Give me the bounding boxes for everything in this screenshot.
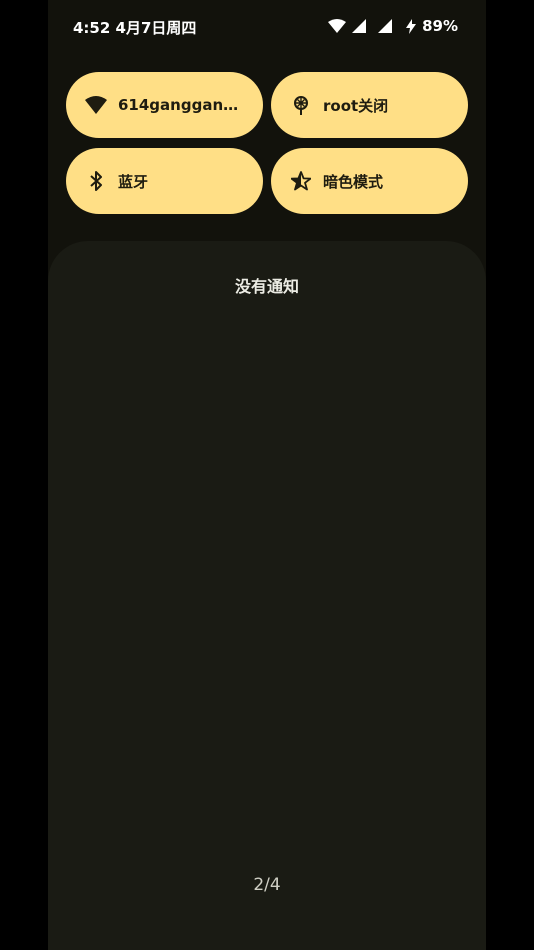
tile-root[interactable]: root关闭 <box>271 72 468 138</box>
tile-dark-mode[interactable]: 暗色模式 <box>271 148 468 214</box>
signal-icon-2 <box>378 19 393 33</box>
status-bar: 4:52 4月7日周四 89% <box>48 0 486 54</box>
signal-icon <box>352 19 367 33</box>
status-time: 4:52 <box>73 19 111 37</box>
notification-panel: 没有通知 2/4 <box>48 241 486 950</box>
dark-mode-icon <box>289 169 313 193</box>
tile-dark-mode-label: 暗色模式 <box>323 172 384 191</box>
no-notifications-text: 没有通知 <box>234 277 299 296</box>
tile-wifi-label: 614ganggang_... <box>118 96 243 114</box>
root-icon <box>289 93 313 117</box>
tile-bluetooth-label: 蓝牙 <box>118 172 149 191</box>
page-indicator: 2/4 <box>253 875 281 895</box>
bluetooth-icon <box>84 169 108 193</box>
tile-bluetooth[interactable]: 蓝牙 <box>66 148 263 214</box>
status-left: 4:52 4月7日周四 <box>73 17 196 38</box>
status-date: 4月7日周四 <box>115 19 197 37</box>
status-icons: 89% <box>328 17 458 35</box>
charging-icon <box>406 18 417 34</box>
battery-percent: 89% <box>422 17 458 35</box>
phone-screen: 4:52 4月7日周四 89% 614ganggang_... <box>48 0 486 950</box>
tile-root-label: root关闭 <box>323 96 389 115</box>
tile-wifi[interactable]: 614ganggang_... <box>66 72 263 138</box>
wifi-status-icon <box>328 19 347 33</box>
wifi-icon <box>84 93 108 117</box>
